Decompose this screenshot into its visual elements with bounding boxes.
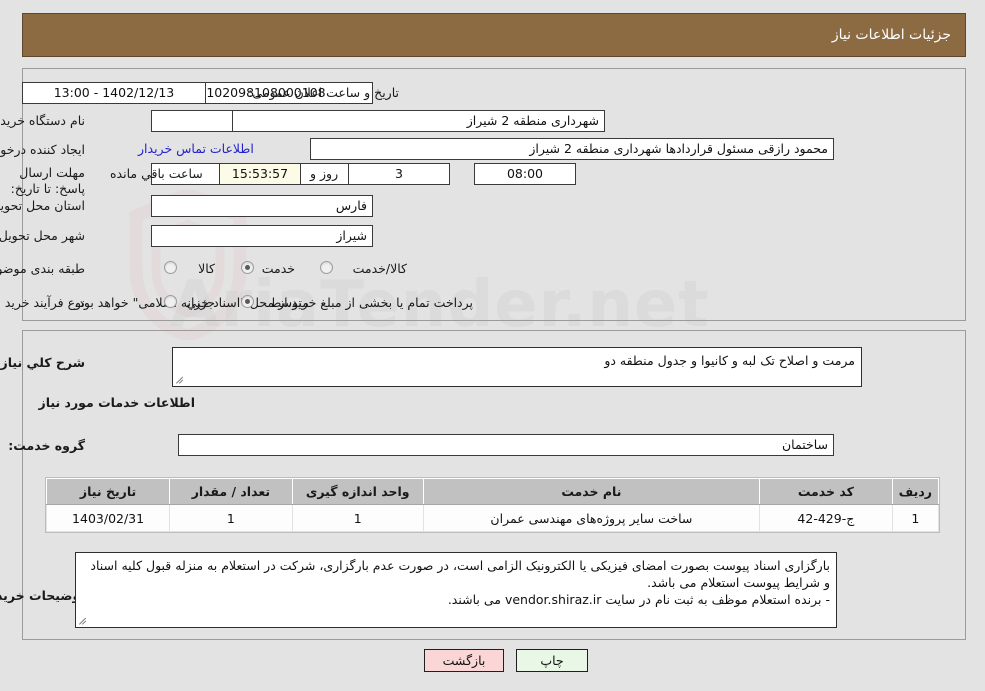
- th-service-name: نام خدمت: [422, 478, 760, 505]
- radio-category-service[interactable]: [241, 261, 254, 274]
- th-unit: واحد اندازه گیری: [291, 478, 424, 505]
- buyer-notes-line-2: - برنده استعلام موظف به ثبت نام در سایت …: [447, 592, 830, 607]
- cell-row-no: 1: [891, 504, 940, 532]
- field-buyer-org-extended[interactable]: شهرداری منطقه 2 شیراز: [232, 110, 605, 132]
- services-section-title: اطلاعات خدمات مورد نیاز: [38, 395, 196, 410]
- label-category-goods-service: کالا/خدمت: [352, 261, 407, 276]
- cell-quantity: 1: [169, 504, 293, 532]
- print-button[interactable]: چاپ: [516, 649, 588, 672]
- resize-grip-icon[interactable]: [78, 616, 88, 626]
- th-quantity: تعداد / مقدار: [169, 478, 293, 505]
- label-requester: ایجاد کننده درخواست:: [0, 142, 85, 157]
- field-public-announce-datetime[interactable]: 13:00 - 1402/12/13: [22, 82, 206, 104]
- radio-process-minor[interactable]: [164, 295, 177, 308]
- services-table: ردیف کد خدمت نام خدمت واحد اندازه گیری ت…: [45, 478, 940, 532]
- buyer-notes-line-1: بارگزاری اسناد پیوست بصورت امضای فیزیکی …: [90, 558, 830, 590]
- cell-unit: 1: [291, 504, 424, 532]
- th-service-code: کد خدمت: [758, 478, 893, 505]
- page-header-bar: جزئیات اطلاعات نیاز: [22, 13, 966, 57]
- th-need-date: تاریخ نیاز: [45, 478, 171, 505]
- general-description-text: مرمت و اصلاح تک لبه و کانیوا و جدول منطق…: [604, 353, 855, 368]
- radio-category-goods[interactable]: [164, 261, 177, 274]
- label-city: شهر محل تحویل:: [0, 228, 85, 243]
- field-deadline-time[interactable]: 08:00: [474, 163, 576, 185]
- th-row-no: ردیف: [891, 478, 940, 505]
- payment-note: پرداخت تمام یا بخشی از مبلغ خرید،از محل …: [74, 295, 473, 310]
- field-service-group[interactable]: ساختمان: [178, 434, 834, 456]
- label-purchase-process: نوع فرآیند خرید :: [0, 295, 85, 310]
- textarea-general-description[interactable]: مرمت و اصلاح تک لبه و کانیوا و جدول منطق…: [172, 347, 862, 387]
- label-category-service: خدمت: [261, 261, 295, 276]
- table-header-row: ردیف کد خدمت نام خدمت واحد اندازه گیری ت…: [45, 478, 940, 505]
- radio-category-goods-service[interactable]: [320, 261, 333, 274]
- label-service-group: گروه خدمت:: [8, 438, 85, 453]
- field-remaining-days[interactable]: 3: [348, 163, 450, 185]
- field-requester[interactable]: محمود رازقی مسئول قراردادها شهرداری منطق…: [310, 138, 834, 160]
- label-deadline: مهلت ارسال پاسخ: تا تاریخ:: [10, 165, 85, 196]
- label-category: طبقه بندی موضوعی:: [0, 261, 85, 276]
- label-province: استان محل تحویل:: [0, 198, 85, 213]
- cell-service-code: ج-429-42: [758, 504, 893, 532]
- page-root: AriaTender.net جزئیات اطلاعات نیاز شماره…: [0, 0, 985, 691]
- back-button[interactable]: بازگشت: [424, 649, 504, 672]
- label-public-announce: تاریخ و ساعت اعلان عمومی:: [248, 85, 399, 100]
- resize-grip-icon[interactable]: [175, 375, 185, 385]
- label-days: روز و: [310, 166, 339, 181]
- table-row[interactable]: 1 ج-429-42 ساخت سایر پروژه‌های مهندسی عم…: [45, 504, 940, 532]
- field-countdown-timer: 15:53:57: [219, 163, 301, 185]
- services-table-wrapper: ردیف کد خدمت نام خدمت واحد اندازه گیری ت…: [45, 477, 940, 533]
- label-general-description: شرح کلي نیاز:: [0, 355, 85, 370]
- cell-service-name: ساخت سایر پروژه‌های مهندسی عمران: [422, 504, 760, 532]
- field-city[interactable]: شیراز: [151, 225, 373, 247]
- label-buyer-notes: توضیحات خریدار:: [0, 588, 85, 603]
- page-title: جزئیات اطلاعات نیاز: [831, 27, 951, 43]
- label-remaining-hours: ساعت باقي مانده: [110, 166, 203, 181]
- buyer-contact-link[interactable]: اطلاعات تماس خریدار: [138, 141, 254, 156]
- field-province[interactable]: فارس: [151, 195, 373, 217]
- radio-process-medium[interactable]: [241, 295, 254, 308]
- label-category-goods: کالا: [198, 261, 215, 276]
- cell-need-date: 1403/02/31: [45, 504, 171, 532]
- textarea-buyer-notes[interactable]: بارگزاری اسناد پیوست بصورت امضای فیزیکی …: [75, 552, 837, 628]
- label-buyer-org: نام دستگاه خریدار:: [0, 113, 85, 128]
